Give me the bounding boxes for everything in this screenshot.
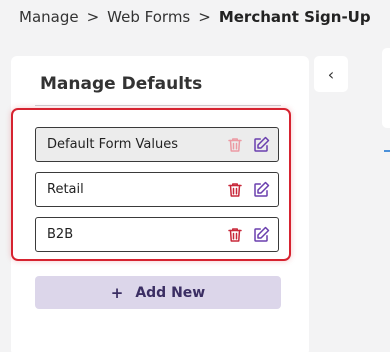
breadcrumb-separator: > (86, 8, 100, 26)
highlight-outline (11, 108, 291, 261)
divider (35, 105, 281, 106)
content-accent (384, 150, 390, 152)
collapse-panel-button[interactable]: ‹ (314, 56, 348, 92)
breadcrumb-separator: > (198, 8, 211, 26)
page: Manage > Web Forms > Merchant Sign-Up Ma… (0, 0, 390, 352)
breadcrumb-web-forms[interactable]: Web Forms (107, 8, 190, 26)
add-new-label: Add New (135, 284, 206, 301)
breadcrumb: Manage > Web Forms > Merchant Sign-Up (19, 8, 371, 26)
panel-title: Manage Defaults (40, 74, 203, 94)
breadcrumb-current: Merchant Sign-Up (218, 8, 371, 26)
chevron-left-icon: ‹ (327, 64, 335, 84)
content-card (382, 48, 390, 128)
plus-icon: + (110, 283, 124, 302)
breadcrumb-manage[interactable]: Manage (19, 8, 79, 26)
add-new-button[interactable]: + Add New (35, 276, 281, 309)
